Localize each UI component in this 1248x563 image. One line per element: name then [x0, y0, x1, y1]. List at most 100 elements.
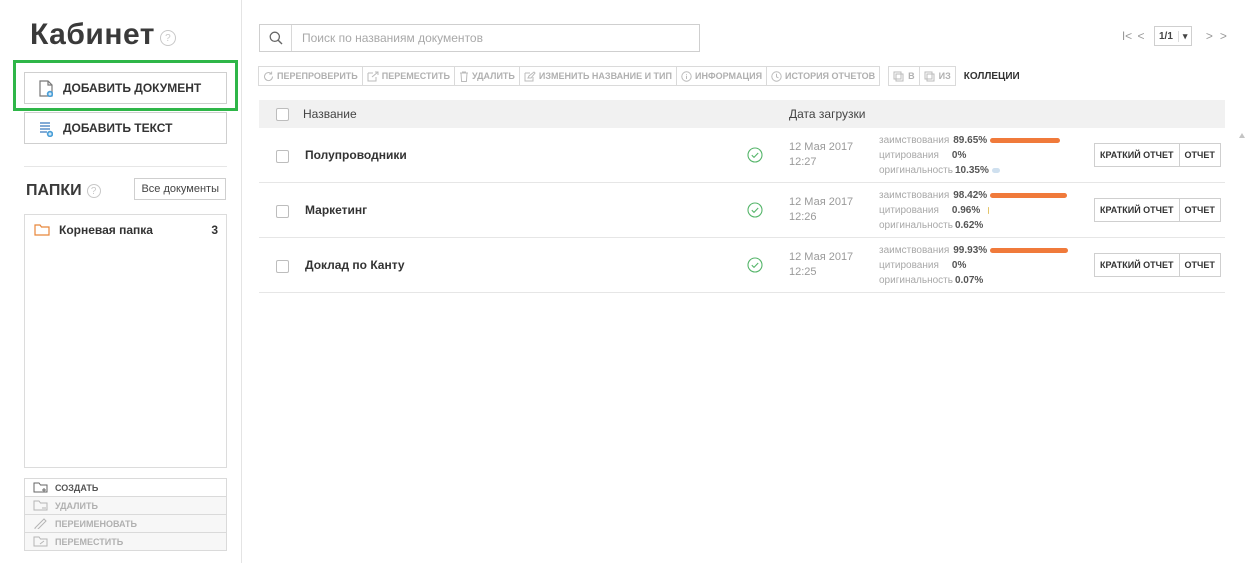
row-checkbox[interactable]: [276, 260, 289, 273]
delete-button[interactable]: УДАЛИТЬ: [453, 66, 520, 86]
add-text-button[interactable]: ДОБАВИТЬ ТЕКСТ: [24, 112, 227, 144]
report-button[interactable]: ОТЧЕТ: [1178, 253, 1221, 277]
clock-icon: [771, 70, 782, 82]
refresh-icon: [263, 71, 274, 82]
page-title: Кабинет: [30, 18, 155, 51]
last-page-icon[interactable]: >: [1216, 29, 1230, 43]
folders-title: ПАПКИ: [26, 182, 82, 199]
report-buttons: КРАТКИЙ ОТЧЕТ ОТЧЕТ: [1094, 198, 1221, 222]
cite-value: 0%: [951, 260, 967, 271]
create-folder-button[interactable]: создать: [24, 478, 227, 497]
folder-name: Корневая папка: [59, 223, 153, 237]
prev-page-icon[interactable]: <: [1134, 29, 1148, 43]
time-value: 12:27: [789, 156, 817, 168]
collection-remove-icon: [924, 71, 936, 82]
help-icon[interactable]: ?: [159, 30, 176, 46]
column-header-name[interactable]: Название: [303, 107, 357, 121]
check-circle-icon: [747, 202, 763, 218]
info-button[interactable]: ИНФОРМАЦИЯ: [676, 66, 768, 86]
search-input[interactable]: [292, 25, 699, 51]
stat-label-cite: цитирования: [879, 150, 939, 161]
date-value: 12 Мая 2017: [789, 196, 854, 208]
borrow-bar: [990, 138, 1061, 143]
pencil-icon: [33, 518, 48, 529]
column-header-date[interactable]: Дата загрузки: [789, 107, 865, 121]
page-select[interactable]: 1/1 ▾: [1154, 26, 1193, 46]
time-value: 12:26: [789, 211, 817, 223]
report-buttons: КРАТКИЙ ОТЧЕТ ОТЧЕТ: [1094, 143, 1221, 167]
document-name[interactable]: Маркетинг: [305, 203, 367, 217]
document-name[interactable]: Доклад по Канту: [305, 258, 405, 272]
cite-value: 0%: [951, 150, 967, 161]
borrow-bar: [990, 248, 1069, 253]
borrow-value: 98.42%: [953, 190, 988, 201]
folder-icon: [34, 224, 50, 236]
divider: [24, 166, 227, 167]
from-collection-label: ИЗ: [938, 71, 951, 81]
folder-item-root[interactable]: Корневая папка 3: [25, 215, 226, 245]
folder-tree: Корневая папка 3: [24, 214, 227, 468]
recheck-label: ПЕРЕПРОВЕРИТЬ: [277, 71, 358, 81]
search-icon[interactable]: [260, 25, 292, 51]
document-toolbar: ПЕРЕПРОВЕРИТЬ ПЕРЕМЕСТИТЬ УДАЛИТЬ ИЗМЕНИ…: [258, 66, 1020, 86]
rename-folder-button[interactable]: переименовать: [24, 514, 227, 533]
rename-label: ИЗМЕНИТЬ НАЗВАНИЕ И ТИП: [538, 71, 672, 81]
folder-move-icon: [33, 536, 48, 547]
folder-remove-icon: [33, 500, 48, 511]
chevron-down-icon: ▾: [1177, 30, 1187, 42]
short-report-button[interactable]: КРАТКИЙ ОТЧЕТ: [1094, 143, 1180, 167]
add-to-collection-button[interactable]: В: [888, 66, 920, 86]
document-name[interactable]: Полупроводники: [305, 148, 407, 162]
rename-button[interactable]: ИЗМЕНИТЬ НАЗВАНИЕ И ТИП: [518, 66, 677, 86]
orig-value: 0.62%: [954, 220, 984, 231]
folders-header: ПАПКИ ? Все документы: [26, 178, 226, 200]
row-checkbox[interactable]: [276, 150, 289, 163]
delete-folder-button[interactable]: удалить: [24, 496, 227, 515]
orig-value: 10.35%: [954, 165, 989, 176]
text-add-icon: [39, 120, 53, 137]
short-report-button[interactable]: КРАТКИЙ ОТЧЕТ: [1094, 198, 1180, 222]
folder-count: 3: [211, 223, 218, 237]
borrow-bar: [990, 193, 1068, 198]
move-button[interactable]: ПЕРЕМЕСТИТЬ: [361, 66, 455, 86]
recheck-button[interactable]: ПЕРЕПРОВЕРИТЬ: [258, 66, 363, 86]
add-text-label: ДОБАВИТЬ ТЕКСТ: [63, 121, 173, 135]
sidebar: Кабинет ? ДОБАВИТЬ ДОКУМЕНТ ДОБАВИТЬ ТЕК…: [0, 0, 242, 563]
add-document-button[interactable]: ДОБАВИТЬ ДОКУМЕНТ: [24, 72, 227, 104]
report-button[interactable]: ОТЧЕТ: [1178, 198, 1221, 222]
stat-label-orig: оригинальность: [879, 220, 953, 231]
short-report-button[interactable]: КРАТКИЙ ОТЧЕТ: [1094, 253, 1180, 277]
report-history-button[interactable]: ИСТОРИЯ ОТЧЕТОВ: [766, 66, 881, 86]
move-folder-label: переместить: [55, 536, 124, 547]
page-current: 1/1: [1159, 30, 1173, 42]
first-page-icon[interactable]: I<: [1120, 29, 1134, 43]
move-folder-button[interactable]: переместить: [24, 532, 227, 551]
move-icon: [367, 71, 379, 82]
orig-value: 0.07%: [954, 275, 984, 286]
pagination: I< < 1/1 ▾ > >: [1120, 26, 1230, 46]
report-buttons: КРАТКИЙ ОТЧЕТ ОТЧЕТ: [1094, 253, 1221, 277]
help-icon[interactable]: ?: [86, 184, 101, 198]
delete-label: УДАЛИТЬ: [471, 71, 515, 81]
edit-icon: [524, 70, 536, 82]
borrow-value: 99.93%: [953, 245, 988, 256]
move-label: ПЕРЕМЕСТИТЬ: [381, 71, 450, 81]
date-value: 12 Мая 2017: [789, 141, 854, 153]
upload-date: 12 Мая 2017 12:25: [789, 250, 853, 280]
next-page-icon[interactable]: >: [1202, 29, 1216, 43]
select-all-checkbox[interactable]: [276, 107, 289, 121]
check-circle-icon: [747, 147, 763, 163]
document-add-icon: [39, 79, 53, 97]
remove-from-collection-button[interactable]: ИЗ: [918, 66, 956, 86]
row-checkbox[interactable]: [276, 205, 289, 218]
stat-label-orig: оригинальность: [879, 275, 953, 286]
all-documents-button[interactable]: Все документы: [134, 178, 226, 200]
table-row[interactable]: Полупроводники 12 Мая 2017 12:27 заимств…: [259, 129, 1225, 183]
scroll-up-icon[interactable]: [1239, 133, 1245, 138]
table-row[interactable]: Доклад по Канту 12 Мая 2017 12:25 заимст…: [259, 239, 1225, 293]
table-row[interactable]: Маркетинг 12 Мая 2017 12:26 заимствовани…: [259, 184, 1225, 238]
report-button[interactable]: ОТЧЕТ: [1178, 143, 1221, 167]
to-collection-label: В: [908, 71, 915, 81]
search-box: [259, 24, 700, 52]
trash-icon: [459, 71, 469, 82]
